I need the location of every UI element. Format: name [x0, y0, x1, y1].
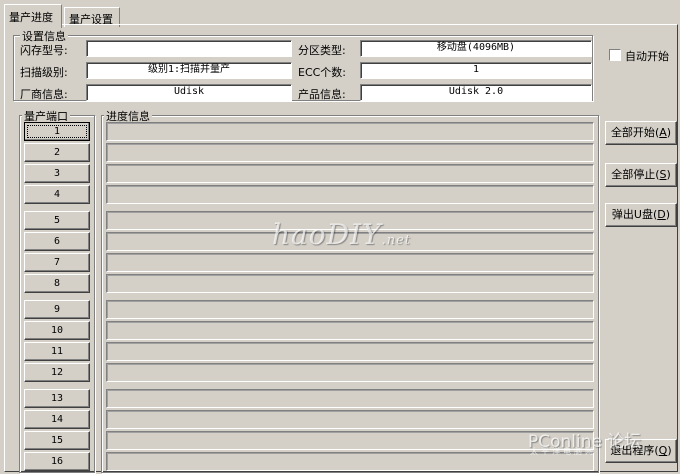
port-button-11[interactable]: 11: [24, 342, 90, 361]
port-button-12[interactable]: 12: [24, 363, 90, 382]
port-button-2[interactable]: 2: [24, 143, 90, 162]
stop-all-button[interactable]: 全部停止(S): [605, 163, 677, 187]
port-button-13[interactable]: 13: [24, 389, 90, 408]
ports-group: 量产端口 1 2 3 4 5 6 7 8 9 10 11 12 13 14 15 16: [19, 108, 95, 473]
port-button-14[interactable]: 14: [24, 410, 90, 429]
progress-bar-3: [106, 164, 594, 183]
haodiy-watermark-suffix: .net: [381, 233, 412, 248]
ecc-count-label: ECC个数:: [298, 66, 347, 79]
port-button-6[interactable]: 6: [24, 232, 90, 251]
pconline-watermark-sub: 太平洋电脑网: [530, 447, 596, 456]
scan-level-field[interactable]: 级别1:扫描并量产: [86, 62, 292, 79]
port-button-16[interactable]: 16: [24, 452, 90, 471]
progress-bar-7: [106, 253, 594, 272]
start-all-button[interactable]: 全部开始(A): [605, 121, 677, 145]
exit-hotkey: Q: [658, 444, 668, 457]
eject-hotkey: D: [657, 208, 666, 221]
progress-bar-9: [106, 300, 594, 319]
eject-udisk-button[interactable]: 弹出U盘(D): [605, 203, 677, 227]
auto-start-label[interactable]: 自动开始: [625, 48, 669, 64]
tab-progress[interactable]: 量产进度: [4, 4, 62, 28]
flash-model-field[interactable]: [86, 40, 292, 57]
progress-bar-15: [106, 431, 594, 450]
flash-model-label: 闪存型号:: [20, 44, 68, 57]
product-info-label: 产品信息:: [298, 88, 346, 101]
pconline-watermark-cn: 论坛: [607, 432, 642, 452]
partition-type-label: 分区类型:: [298, 44, 346, 57]
auto-start-checkbox[interactable]: [609, 49, 621, 61]
port-button-10[interactable]: 10: [24, 321, 90, 340]
stop-all-hotkey: S: [659, 168, 667, 181]
vendor-info-field[interactable]: Udisk: [86, 84, 292, 101]
port-button-8[interactable]: 8: [24, 274, 90, 293]
vendor-info-label: 厂商信息:: [20, 88, 68, 101]
progress-bar-16: [106, 452, 594, 471]
scan-level-label: 扫描级别:: [20, 66, 68, 79]
progress-group: 进度信息: [101, 108, 599, 473]
port-button-1[interactable]: 1: [24, 122, 90, 141]
start-all-hotkey: A: [659, 126, 667, 139]
progress-bar-2: [106, 143, 594, 162]
port-button-4[interactable]: 4: [24, 185, 90, 204]
port-button-5[interactable]: 5: [24, 211, 90, 230]
progress-bar-13: [106, 389, 594, 408]
progress-bar-14: [106, 410, 594, 429]
settings-info-group: 设置信息 闪存型号: 分区类型: 移动盘(4096MB) 扫描级别: 级别1:扫…: [13, 28, 593, 101]
progress-bar-10: [106, 321, 594, 340]
haodiy-watermark-text: haoDIY: [272, 218, 382, 251]
stop-all-label: 全部停止: [611, 168, 656, 181]
progress-bar-11: [106, 342, 594, 361]
start-all-label: 全部开始: [610, 126, 655, 139]
haodiy-watermark: haoDIY.net: [272, 218, 411, 251]
progress-bar-12: [106, 363, 594, 382]
port-button-3[interactable]: 3: [24, 164, 90, 183]
port-button-15[interactable]: 15: [24, 431, 90, 450]
progress-bar-8: [106, 274, 594, 293]
progress-bar-1: [106, 122, 594, 141]
product-info-field[interactable]: Udisk 2.0: [360, 84, 592, 101]
port-button-7[interactable]: 7: [24, 253, 90, 272]
port-button-9[interactable]: 9: [24, 300, 90, 319]
progress-bar-4: [106, 185, 594, 204]
ecc-count-field[interactable]: 1: [360, 62, 592, 79]
eject-label: 弹出U盘: [611, 208, 653, 221]
partition-type-field[interactable]: 移动盘(4096MB): [360, 40, 592, 57]
